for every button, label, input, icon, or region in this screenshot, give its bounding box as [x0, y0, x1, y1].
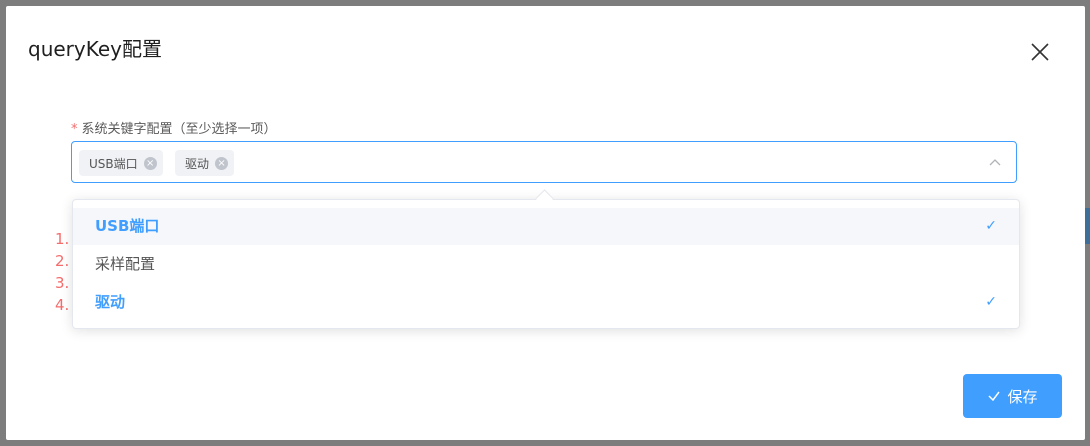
tag-label: USB端口	[89, 156, 138, 171]
list-number: 2.	[55, 252, 70, 270]
save-label: 保存	[1007, 387, 1038, 406]
query-key-dialog: queryKey配置 * 系统关键字配置（至少选择一项） USB端口 × 驱动 ×…	[6, 6, 1085, 440]
chevron-up-icon[interactable]	[988, 156, 1002, 170]
keyword-multiselect[interactable]: USB端口 × 驱动 ×	[71, 141, 1017, 183]
dropdown-option[interactable]: 采样配置	[73, 246, 1019, 283]
tag-remove-icon[interactable]: ×	[143, 156, 157, 170]
selected-tag: USB端口 ×	[79, 150, 163, 176]
dialog-title: queryKey配置	[28, 37, 162, 61]
save-button[interactable]: 保存	[963, 374, 1062, 418]
keyword-dropdown: USB端口 ✓ 采样配置 驱动 ✓	[72, 199, 1020, 329]
background-numbered-list: 1. 2. 3. 4.	[55, 228, 69, 316]
check-icon: ✓	[985, 294, 997, 310]
tag-label: 驱动	[185, 156, 210, 171]
dropdown-option[interactable]: USB端口 ✓	[73, 208, 1019, 245]
close-button[interactable]	[1028, 40, 1052, 64]
field-label-text: 系统关键字配置（至少选择一项）	[81, 122, 277, 137]
option-label: 驱动	[95, 293, 126, 311]
option-label: 采样配置	[95, 255, 156, 273]
list-number: 3.	[55, 274, 70, 292]
list-number: 4.	[55, 296, 70, 314]
dropdown-option[interactable]: 驱动 ✓	[73, 284, 1019, 321]
check-icon: ✓	[985, 218, 997, 234]
option-label: USB端口	[95, 217, 160, 235]
close-icon	[1031, 43, 1049, 61]
required-mark: *	[71, 122, 78, 137]
tag-remove-icon[interactable]: ×	[215, 156, 229, 170]
field-label: * 系统关键字配置（至少选择一项）	[71, 118, 277, 137]
list-number: 1.	[55, 230, 70, 248]
selected-tag: 驱动 ×	[175, 150, 235, 176]
check-icon	[988, 391, 1001, 402]
